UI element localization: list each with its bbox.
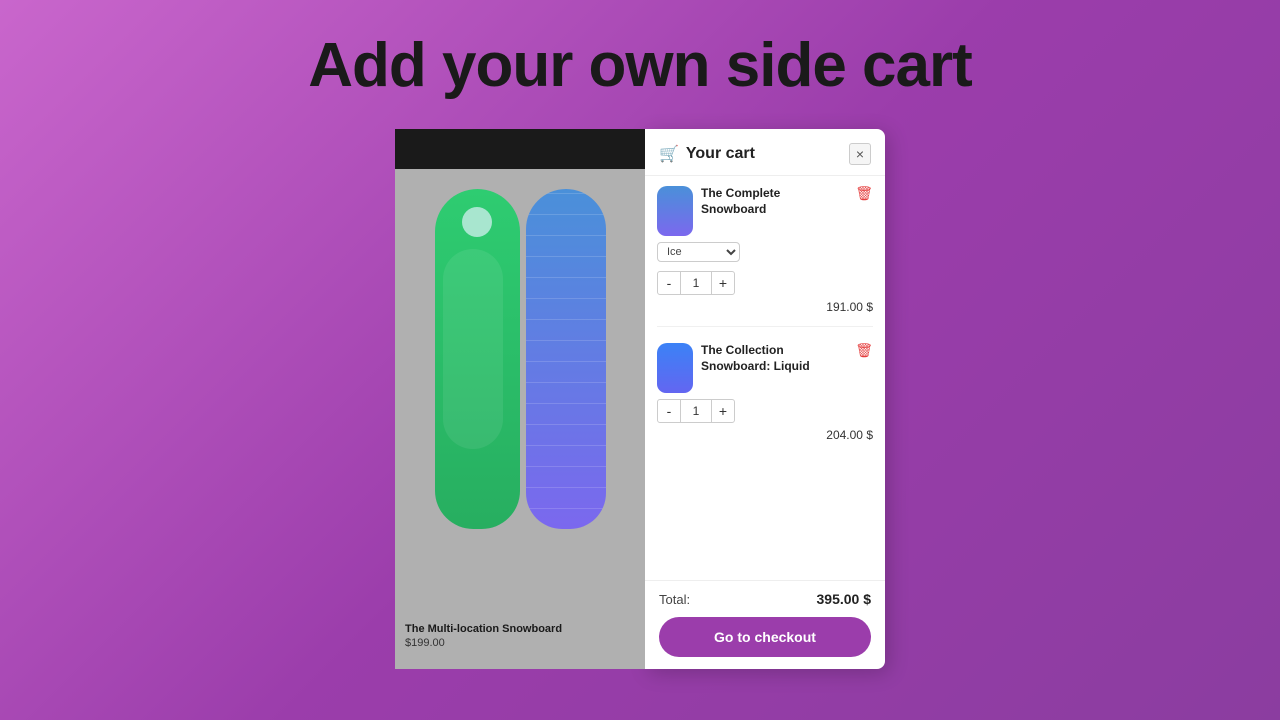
main-area: The Multi-location Snowboard $199.00 🛒 Y… [395, 129, 885, 669]
item-price-2: 204.00 $ [657, 428, 873, 442]
snowboard-green [435, 189, 520, 529]
item-info-2: The Collection Snowboard: Liquid [701, 343, 847, 374]
qty-increase-button-2[interactable]: + [711, 399, 735, 423]
item-price-1: 191.00 $ [657, 300, 873, 314]
total-label: Total: [659, 592, 690, 607]
shop-content [395, 169, 645, 539]
item-info-1: The Complete Snowboard [701, 186, 847, 217]
item-qty-row-2: - 1 + [657, 399, 873, 423]
cart-panel: 🛒 Your cart × The Complete Snowboard 🗑 [645, 129, 885, 669]
cart-header: 🛒 Your cart × [645, 129, 885, 176]
item-thumbnail-1 [657, 186, 693, 236]
item-thumbnail-2 [657, 343, 693, 393]
qty-decrease-button-2[interactable]: - [657, 399, 681, 423]
thumb-board-visual-2 [657, 343, 693, 393]
cart-title-group: 🛒 Your cart [659, 144, 755, 164]
item-delete-button-2[interactable]: 🗑 [855, 343, 873, 357]
cart-icon: 🛒 [659, 144, 679, 164]
checkout-button[interactable]: Go to checkout [659, 617, 871, 657]
cart-item-2: The Collection Snowboard: Liquid 🗑 - 1 +… [657, 343, 873, 454]
product-name: The Multi-location Snowboard [405, 623, 562, 635]
cart-close-button[interactable]: × [849, 143, 871, 165]
item-name-2: The Collection Snowboard: Liquid [701, 343, 847, 374]
qty-decrease-button-1[interactable]: - [657, 271, 681, 295]
qty-increase-button-1[interactable]: + [711, 271, 735, 295]
cart-item: The Complete Snowboard 🗑 Ice Powder Stor… [657, 186, 873, 327]
cart-items: The Complete Snowboard 🗑 Ice Powder Stor… [645, 176, 885, 580]
total-amount: 395.00 $ [817, 591, 872, 607]
qty-controls-1: - 1 + [657, 271, 735, 295]
snowboard-pattern [526, 189, 606, 529]
qty-display-1: 1 [681, 271, 711, 295]
qty-controls-2: - 1 + [657, 399, 735, 423]
shop-panel: The Multi-location Snowboard $199.00 [395, 129, 645, 669]
cart-title: Your cart [686, 145, 755, 163]
cart-item-top: The Complete Snowboard 🗑 [657, 186, 873, 236]
cart-total-row: Total: 395.00 $ [659, 591, 871, 607]
cart-item-top-2: The Collection Snowboard: Liquid 🗑 [657, 343, 873, 393]
product-info: The Multi-location Snowboard $199.00 [405, 623, 562, 649]
thumb-board-visual-1 [657, 186, 693, 236]
product-price: $199.00 [405, 637, 562, 649]
item-qty-row-1: - 1 + [657, 271, 873, 295]
cart-footer: Total: 395.00 $ Go to checkout [645, 580, 885, 669]
qty-display-2: 1 [681, 399, 711, 423]
item-name-1: The Complete Snowboard [701, 186, 847, 217]
shop-top-bar [395, 129, 645, 169]
item-delete-button-1[interactable]: 🗑 [855, 186, 873, 200]
page-title: Add your own side cart [308, 30, 972, 101]
item-variant-select-1[interactable]: Ice Powder Storm [657, 242, 740, 262]
